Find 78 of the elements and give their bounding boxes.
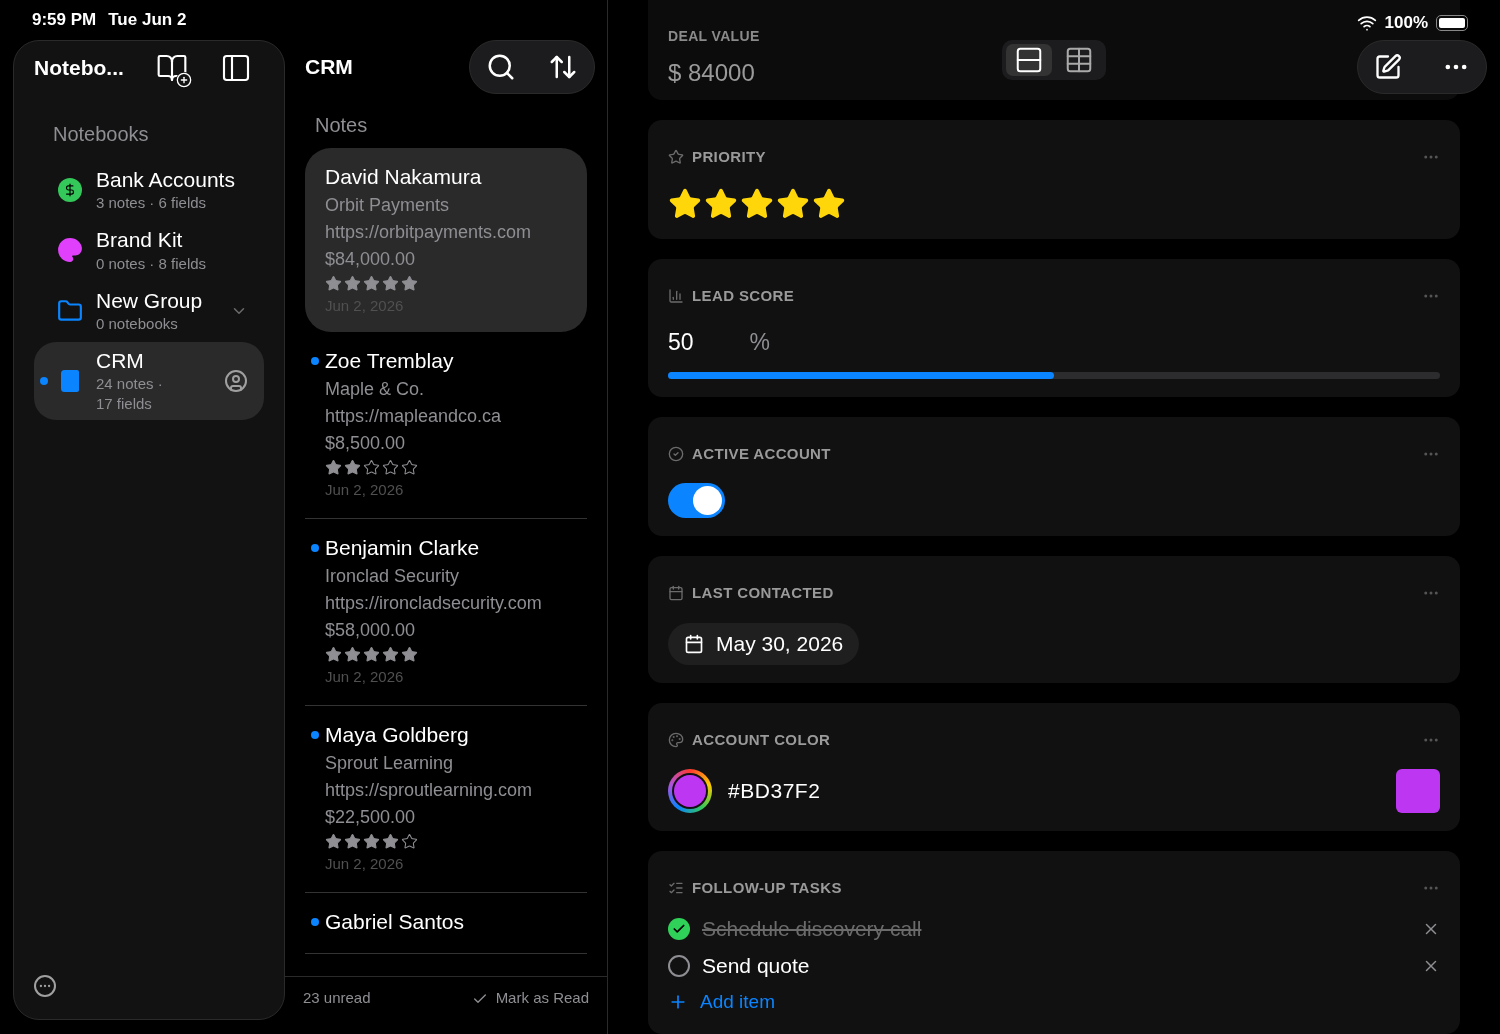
section-heading: Notes <box>314 113 369 138</box>
note-item[interactable]: Zoe Tremblay Maple & Co. https://mapleandco.ca $8,500.00 Jun 2, 2026 <box>305 332 587 519</box>
status-time: 9:59 PM <box>32 9 97 32</box>
notebook-name: Brand Kit <box>96 227 184 254</box>
status-date: Tue Jun 2 <box>108 9 187 32</box>
section-heading: Notebooks <box>52 122 150 147</box>
task-text: Schedule discovery call <box>702 916 922 943</box>
sidebar-title: Notebo... <box>34 55 124 82</box>
field-label: LAST CONTACTED <box>692 583 834 603</box>
note-title: Gabriel Santos <box>325 909 465 935</box>
task-checkbox[interactable] <box>668 918 690 940</box>
more-icon[interactable] <box>34 975 56 997</box>
note-amount: $58,000.00 <box>325 619 417 642</box>
field-label: LEAD SCORE <box>692 285 795 306</box>
field-label: ACCOUNT COLOR <box>692 729 831 750</box>
compose-icon[interactable] <box>1374 53 1402 81</box>
note-company: Sprout Learning <box>325 752 455 775</box>
battery-percent: 100% <box>1384 12 1428 34</box>
check-circle-icon <box>668 445 684 462</box>
field-label: PRIORITY <box>692 147 766 167</box>
note-amount: $22,500.00 <box>325 806 417 829</box>
calendar-icon <box>684 633 704 654</box>
notebook-item[interactable]: CRM 24 notes · 17 fields <box>34 341 264 420</box>
person-icon[interactable] <box>224 368 248 393</box>
unread-count: 23 unread <box>303 988 371 1009</box>
bar-chart-icon <box>668 287 684 304</box>
check-icon <box>672 922 686 936</box>
note-amount: $8,500.00 <box>325 432 407 455</box>
field-label: DEAL VALUE <box>668 27 760 46</box>
note-company: Maple & Co. <box>325 378 426 401</box>
note-date: Jun 2, 2026 <box>325 480 405 500</box>
task-checkbox[interactable] <box>668 955 690 977</box>
field-label: ACTIVE ACCOUNT <box>692 443 831 464</box>
notebook-item[interactable]: Brand Kit 0 notes · 8 fields <box>34 221 264 280</box>
notebook-name: Bank Accounts <box>96 167 236 193</box>
battery-icon <box>1436 14 1468 31</box>
color-hex: #BD37F2 <box>728 778 821 805</box>
note-title: Maya Goldberg <box>325 722 470 748</box>
score-value: 50 <box>668 328 694 357</box>
note-item[interactable]: Maya Goldberg Sprout Learning https://sproutlearning.com $22,500.00 Jun 2, 2026 <box>305 706 587 893</box>
color-ring[interactable] <box>668 769 712 813</box>
note-item[interactable]: Benjamin Clarke Ironclad Security https://ironcladsecurity.com $58,000.00 Jun 2, 2026 <box>305 519 587 706</box>
note-amount: $84,000.00 <box>325 248 417 271</box>
deal-amount: $ 84000 <box>668 58 755 88</box>
notebook-name: CRM <box>96 347 145 374</box>
note-url: https://ironcladsecurity.com <box>325 592 543 615</box>
palette-icon <box>668 731 684 748</box>
notebook-name: New Group <box>96 287 204 314</box>
note-date: Jun 2, 2026 <box>325 667 405 687</box>
note-date: Jun 2, 2026 <box>325 854 405 874</box>
task-text: Send quote <box>702 953 810 980</box>
rows-view-button[interactable] <box>1006 44 1052 76</box>
notebook-meta: 0 notes · 8 fields <box>96 253 208 274</box>
note-company: Ironclad Security <box>325 565 461 588</box>
note-url: https://orbitpayments.com <box>325 221 533 244</box>
notebook-item[interactable]: Bank Accounts 3 notes · 6 fields <box>34 161 264 220</box>
note-url: https://mapleandco.ca <box>325 405 503 428</box>
notebook-meta: 24 notes · 17 fields <box>96 374 164 414</box>
note-title: Zoe Tremblay <box>325 348 455 374</box>
list-title: CRM <box>305 54 353 81</box>
note-item[interactable]: Gabriel Santos <box>305 893 587 954</box>
search-icon[interactable] <box>486 52 516 82</box>
score-unit: % <box>749 328 771 357</box>
add-item-button[interactable]: Add item <box>668 987 775 1016</box>
color-swatch[interactable] <box>1396 769 1440 813</box>
calendar-icon <box>668 585 684 602</box>
note-title: Benjamin Clarke <box>325 535 481 561</box>
star-icon <box>668 149 684 166</box>
note-title: David Nakamura <box>325 164 483 190</box>
toggle-switch[interactable] <box>668 483 725 518</box>
notebook-item[interactable]: New Group 0 notebooks <box>34 281 264 340</box>
note-url: https://sproutlearning.com <box>325 779 534 802</box>
note-company: Orbit Payments <box>325 194 451 217</box>
notebook-meta: 3 notes · 6 fields <box>96 193 208 214</box>
date-button[interactable]: May 30, 2026 <box>668 622 860 665</box>
field-label: FOLLOW-UP TASKS <box>692 878 842 898</box>
mark-read-button[interactable]: Mark as Read <box>471 987 589 1010</box>
notebook-meta: 0 notebooks <box>96 313 179 334</box>
